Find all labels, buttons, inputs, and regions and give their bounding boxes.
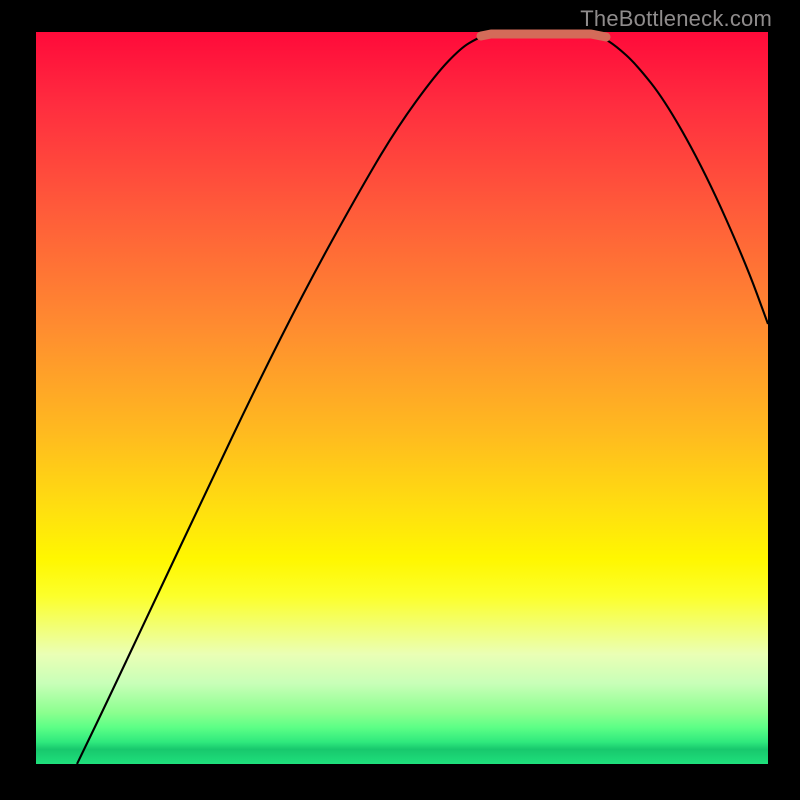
chart-frame: TheBottleneck.com <box>0 0 800 800</box>
flat-marker <box>481 34 606 37</box>
chart-svg <box>0 0 800 800</box>
bottleneck-curve <box>77 34 768 764</box>
watermark-text: TheBottleneck.com <box>580 6 772 32</box>
